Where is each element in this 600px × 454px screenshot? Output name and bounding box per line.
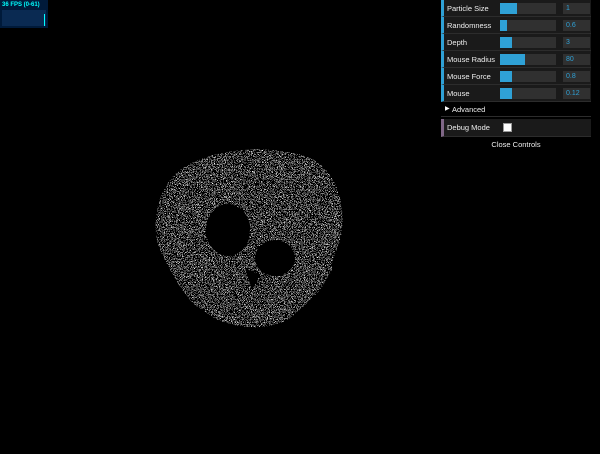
slider-fill [500,37,513,48]
control-label: Particle Size [447,4,489,13]
slider-fill [500,3,517,14]
control-label: Depth [447,38,468,47]
depth-input[interactable]: 3 [563,37,590,48]
depth-slider[interactable] [500,37,556,48]
mouse-slider[interactable] [500,88,556,99]
fps-label: 36 FPS (0-61) [2,2,40,8]
slider-fill [500,20,507,31]
slider-fill [500,54,526,65]
slider-fill [500,71,513,82]
controls-panel: Particle Size 1 Randomness 0.6 Depth 3 M… [441,0,591,151]
control-label: Mouse Force [447,72,491,81]
fps-stats-panel[interactable]: 36 FPS (0-61) [0,0,48,28]
control-row-debug-mode: Debug Mode [441,119,591,137]
mouse-radius-slider[interactable] [500,54,556,65]
fps-graph [2,10,46,26]
randomness-slider[interactable] [500,20,556,31]
close-controls-button[interactable]: Close Controls [441,137,591,151]
mouse-force-slider[interactable] [500,71,556,82]
control-row-randomness: Randomness 0.6 [441,17,591,34]
triangle-right-icon: ▶ [445,106,450,112]
randomness-input[interactable]: 0.6 [563,20,590,31]
left-eye-socket [206,204,250,256]
control-row-mouse-radius: Mouse Radius 80 [441,51,591,68]
control-label: Debug Mode [447,123,490,132]
particle-skull-canvas[interactable] [140,140,355,355]
mouse-input[interactable]: 0.12 [563,88,590,99]
control-row-mouse-force: Mouse Force 0.8 [441,68,591,85]
mouse-force-input[interactable]: 0.8 [563,71,590,82]
mouse-radius-input[interactable]: 80 [563,54,590,65]
advanced-folder-label: Advanced [452,105,486,114]
control-label: Mouse [447,89,470,98]
control-label: Mouse Radius [447,55,495,64]
control-row-particle-size: Particle Size 1 [441,0,591,17]
slider-fill [500,88,513,99]
right-eye-socket [255,240,295,276]
advanced-folder[interactable]: ▶ Advanced [441,102,591,117]
control-row-mouse: Mouse 0.12 [441,85,591,102]
debug-mode-checkbox[interactable] [503,123,512,132]
skull-particles [155,149,343,344]
fps-graph-bar [44,14,45,26]
particle-size-slider[interactable] [500,3,556,14]
control-label: Randomness [447,21,492,30]
particle-size-input[interactable]: 1 [563,3,590,14]
control-row-depth: Depth 3 [441,34,591,51]
